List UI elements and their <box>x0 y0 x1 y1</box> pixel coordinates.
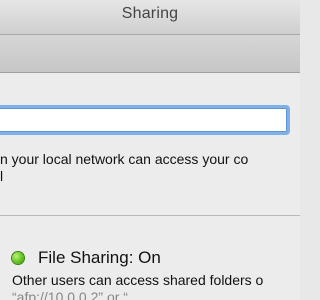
file-sharing-description-line-2: “afp://10.0.0.2” or “ <box>12 289 128 300</box>
section-divider <box>0 215 300 216</box>
file-sharing-status-label: File Sharing: On <box>38 248 161 267</box>
file-sharing-description: Other users can access shared folders o … <box>12 272 300 300</box>
status-light-icon <box>12 252 24 264</box>
network-access-line-1: n your local network can access your co <box>0 151 249 167</box>
computer-name-field[interactable] <box>0 105 290 135</box>
window-title: Sharing <box>121 5 179 22</box>
title-bar: Sharing <box>0 0 300 35</box>
sharing-window: Sharing n your local network can access … <box>0 0 300 300</box>
file-sharing-description-line-1: Other users can access shared folders o <box>12 272 264 288</box>
network-access-text: n your local network can access your co … <box>0 151 300 185</box>
network-access-line-2: l <box>0 168 4 184</box>
toolbar <box>0 35 300 73</box>
file-sharing-status: File Sharing: On <box>12 248 161 268</box>
